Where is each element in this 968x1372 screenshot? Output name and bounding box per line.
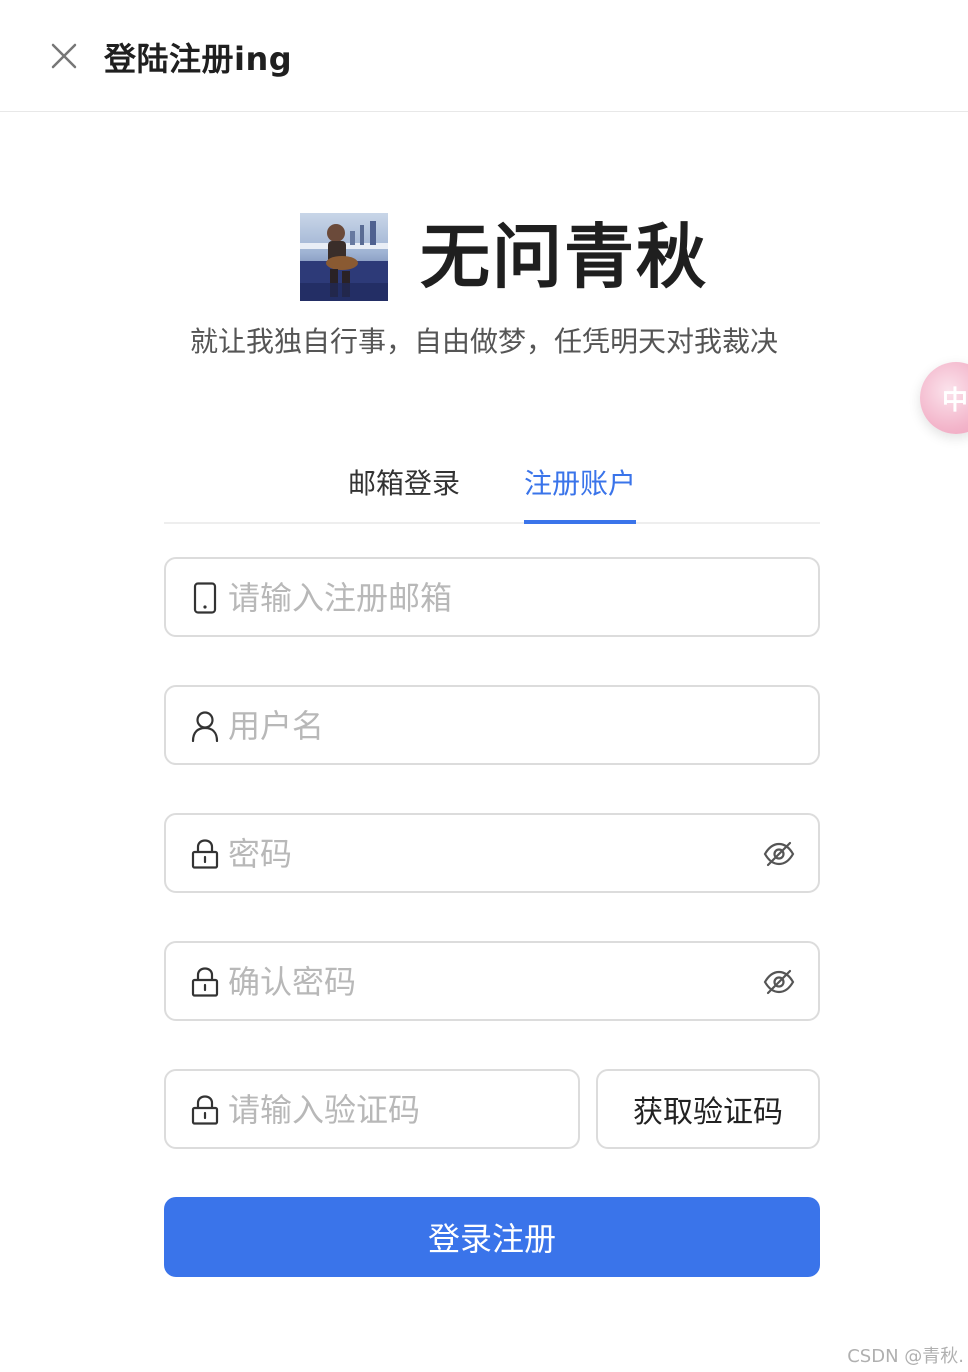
email-input[interactable] [228,573,708,623]
eye-off-icon[interactable] [762,837,796,871]
email-field-wrapper [164,557,820,637]
floating-widget-label: 中 [942,385,968,416]
verification-code-input[interactable] [228,1085,568,1135]
phone-icon [190,582,220,614]
floating-widget-button[interactable]: 中 [920,362,968,434]
brand-hero: 无问青秋 [300,212,708,302]
password-input[interactable] [228,829,708,879]
site-name: 无问青秋 [420,216,708,298]
header-bar: 登陆注册ing [0,0,968,112]
lock-icon [190,967,220,997]
get-code-button[interactable]: 获取验证码 [596,1069,820,1149]
page-title: 登陆注册ing [104,40,293,78]
user-icon [190,711,220,742]
close-button[interactable] [44,36,84,76]
avatar [300,213,388,301]
submit-register-button[interactable]: 登录注册 [164,1197,820,1277]
lock-icon [190,839,220,869]
username-field-wrapper [164,685,820,765]
lock-icon [190,1095,220,1125]
slogan: 就让我独自行事，自由做梦，任凭明天对我裁决 [189,325,778,358]
tab-email-login[interactable]: 邮箱登录 [348,462,460,524]
confirm-password-input[interactable] [228,957,708,1007]
eye-off-icon[interactable] [762,965,796,999]
password-field-wrapper [164,813,820,893]
active-tab-indicator [524,520,636,524]
auth-tabs: 邮箱登录 注册账户 [164,440,820,524]
register-page: 登陆注册ing 无问青秋 就让我独自行事，自由做梦，任凭明天对我裁决 中 邮箱登… [0,0,968,1372]
username-input[interactable] [228,701,708,751]
code-field-wrapper [164,1069,580,1149]
close-icon [51,43,77,69]
confirm-password-field-wrapper [164,941,820,1021]
watermark: CSDN @青秋. [847,1346,964,1367]
tab-register[interactable]: 注册账户 [524,462,636,524]
